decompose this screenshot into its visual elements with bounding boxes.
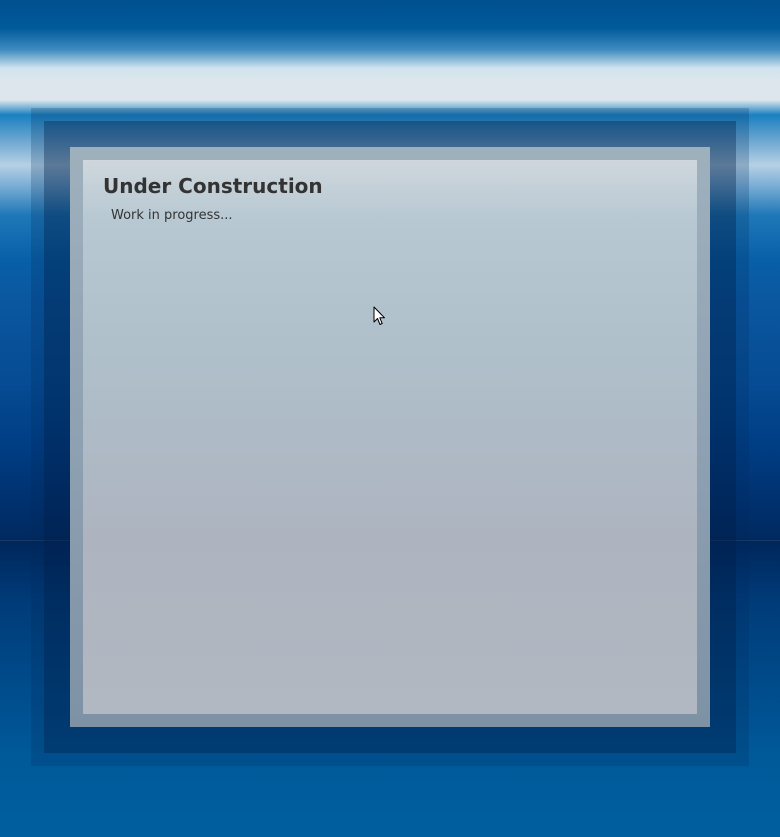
- page-title: Under Construction: [103, 174, 323, 198]
- mouse-pointer-icon: [373, 306, 385, 325]
- page-subtitle: Work in progress...: [111, 208, 233, 223]
- content-panel: Under Construction Work in progress...: [83, 160, 697, 714]
